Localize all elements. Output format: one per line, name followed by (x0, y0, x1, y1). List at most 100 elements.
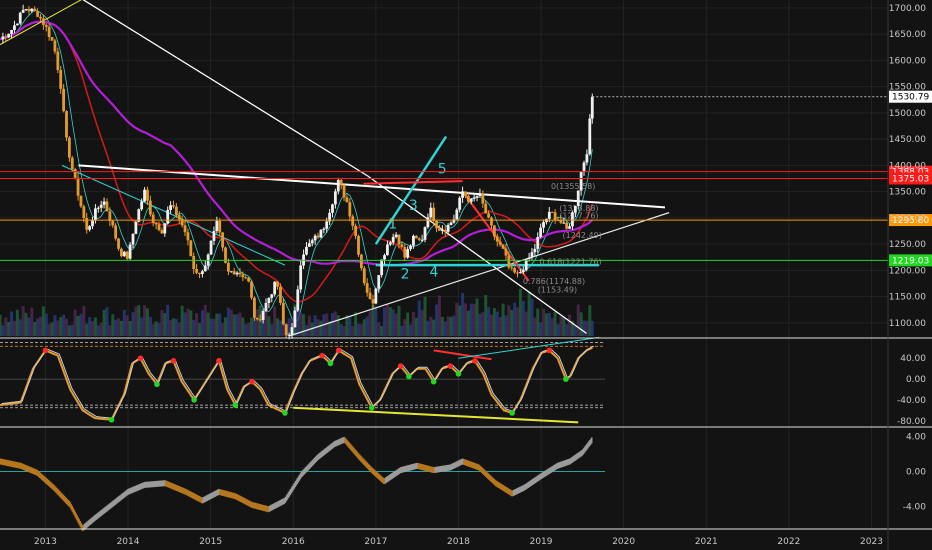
chart-canvas[interactable]: 123450(1355.58)(1313.88)(1277.76)(1242.4… (0, 0, 932, 550)
volume-bar (443, 321, 447, 336)
candle-body (65, 111, 68, 138)
candle-body (417, 238, 421, 240)
x-tick-label: 2023 (860, 537, 883, 547)
volume-bar (38, 316, 42, 336)
candle-body (154, 222, 158, 225)
candle-body (79, 195, 83, 207)
candle-body (519, 272, 522, 274)
candle-body (1, 36, 5, 40)
candle-body (293, 310, 297, 328)
candle-body (146, 189, 149, 201)
candle-body (131, 233, 135, 245)
volume-bar (406, 312, 410, 336)
volume-bar (313, 315, 317, 336)
candle-body (44, 24, 48, 27)
candle-body (203, 265, 207, 272)
x-tick-label: 2016 (282, 537, 305, 547)
osc1-trough-dot (154, 381, 160, 388)
volume-bar (114, 319, 118, 336)
volume-bar (374, 306, 378, 336)
candle-body (501, 244, 505, 249)
volume-bar (197, 323, 201, 336)
volume-bar (241, 317, 245, 336)
volume-bar (319, 320, 323, 336)
volume-bar (345, 315, 349, 336)
volume-bar (377, 322, 381, 336)
volume-bar (229, 309, 233, 336)
candle-body (41, 18, 45, 25)
candle-body (397, 234, 401, 245)
osc1-trough-dot (108, 416, 115, 423)
candle-body (10, 29, 13, 34)
candle-body (559, 220, 563, 223)
candle-body (464, 191, 467, 196)
price-tick-label: 1300.00 (889, 214, 926, 224)
wave-label: 1 (388, 216, 397, 232)
candle-body (157, 224, 161, 231)
candle-body (125, 251, 129, 259)
volume-bar (469, 303, 473, 336)
volume-bar (550, 318, 554, 336)
candle-body (50, 37, 54, 41)
candle-body (189, 240, 193, 257)
volume-bar (99, 323, 103, 336)
candle-body (325, 221, 329, 229)
candle-body (218, 220, 222, 233)
candle-body (530, 252, 534, 258)
volume-bar (154, 321, 158, 336)
candle-body (368, 292, 372, 300)
candle-body (241, 274, 245, 278)
volume-bar (449, 316, 453, 336)
osc1-trough-dot (509, 410, 515, 416)
volume-bar (489, 314, 493, 336)
volume-bar (579, 312, 583, 336)
volume-bar (0, 314, 2, 336)
candle-body (212, 230, 216, 241)
osc1-tick-label: 0.00 (906, 375, 926, 385)
candle-body (67, 137, 71, 158)
volume-bar (267, 316, 271, 336)
candle-body (461, 191, 464, 198)
volume-bar (93, 317, 97, 336)
volume-bar (348, 315, 352, 336)
x-tick-label: 2018 (447, 537, 470, 547)
volume-bar (495, 311, 499, 336)
wave-label: 5 (438, 161, 447, 177)
candle-body (18, 12, 22, 24)
candle-body (446, 225, 450, 232)
volume-bar (203, 304, 207, 336)
candle-body (365, 283, 369, 293)
candle-body (117, 238, 120, 249)
volume-bar (273, 306, 277, 336)
candle-body (333, 191, 337, 205)
volume-bar (296, 308, 300, 336)
volume-bar (542, 308, 546, 336)
volume-bar (15, 309, 19, 336)
volume-bar (151, 324, 155, 336)
candle-body (492, 225, 496, 237)
candle-body (348, 202, 352, 217)
candle-body (195, 268, 198, 273)
candle-body (568, 226, 571, 229)
candle-body (264, 302, 268, 311)
wave-label: 2 (401, 266, 410, 282)
volume-bar (276, 318, 280, 336)
volume-bar (481, 312, 485, 336)
volume-bar (247, 322, 251, 336)
candle-body (227, 262, 230, 272)
candle-body (39, 16, 42, 19)
candle-body (403, 247, 407, 258)
volume-bar (556, 323, 560, 336)
osc1-tick-label: -40.00 (897, 396, 926, 406)
candle-body (255, 317, 259, 320)
volume-bar (91, 321, 95, 336)
candle-body (200, 271, 204, 275)
volume-bar (553, 312, 557, 336)
osc1-peak-dot (397, 363, 404, 369)
candle-body (582, 162, 586, 173)
volume-bar (169, 319, 173, 336)
wave-label: 3 (409, 198, 418, 214)
volume-bar (209, 318, 213, 336)
volume-bar (224, 317, 228, 336)
candle-body (377, 275, 381, 289)
